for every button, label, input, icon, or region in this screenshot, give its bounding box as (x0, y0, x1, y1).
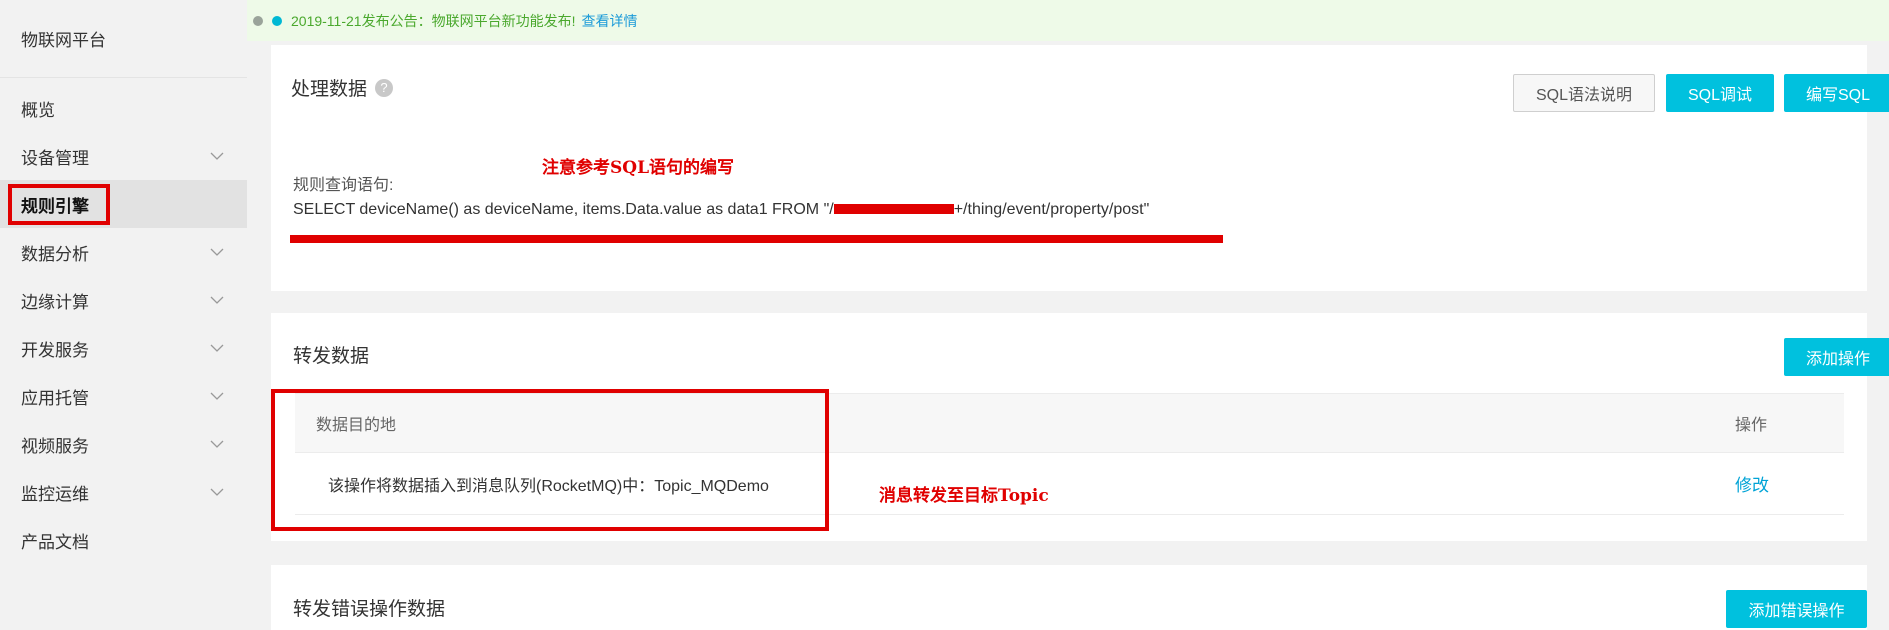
sidebar-item-overview[interactable]: 概览 (0, 84, 247, 132)
sidebar-item-monitoring[interactable]: 监控运维 (0, 468, 247, 516)
dot-icon (253, 15, 263, 26)
sidebar-item-label: 产品文档 (21, 532, 89, 552)
chevron-down-icon (208, 291, 226, 309)
sidebar: 物联网平台 概览 设备管理 规则引擎 数据分析 边缘计算 开发服务 应用托管 视… (0, 0, 247, 630)
error-forward-card: 转发错误操作数据 添加错误操作 (271, 565, 1867, 630)
annotation-highlight-box (8, 184, 110, 225)
add-error-operation-button[interactable]: 添加错误操作 (1726, 590, 1867, 628)
annotation-forward-note: 消息转发至目标Topic (879, 486, 1049, 506)
chevron-down-icon (208, 339, 226, 357)
sql-prefix: SELECT deviceName() as deviceName, items… (293, 201, 834, 218)
chevron-down-icon (208, 147, 226, 165)
forward-data-card: 转发数据 添加操作 数据目的地 操作 该操作将数据插入到消息队列(RocketM… (271, 313, 1889, 541)
sidebar-item-label: 监控运维 (21, 484, 89, 504)
sidebar-item-video-services[interactable]: 视频服务 (0, 420, 247, 468)
sidebar-item-device-management[interactable]: 设备管理 (0, 132, 247, 180)
sidebar-nav: 概览 设备管理 规则引擎 数据分析 边缘计算 开发服务 应用托管 视频服务 监控… (0, 78, 247, 564)
section-title: 处理数据? (291, 74, 394, 101)
sidebar-item-edge-computing[interactable]: 边缘计算 (0, 276, 247, 324)
add-operation-button[interactable]: 添加操作 (1784, 338, 1889, 376)
sidebar-item-label: 数据分析 (21, 244, 89, 264)
chevron-down-icon (208, 435, 226, 453)
main-content: 2019-11-21发布公告：物联网平台新功能发布! 查看详情 处理数据? SQ… (247, 0, 1889, 630)
chevron-down-icon (208, 387, 226, 405)
question-circle-icon[interactable]: ? (375, 78, 394, 97)
notice-details-link[interactable]: 查看详情 (581, 11, 637, 31)
sidebar-item-label: 应用托管 (21, 388, 89, 408)
error-forward-title: 转发错误操作数据 (293, 599, 446, 620)
sidebar-item-rule-engine[interactable]: 规则引擎 (0, 180, 247, 228)
sidebar-item-dev-services[interactable]: 开发服务 (0, 324, 247, 372)
sidebar-item-label: 设备管理 (21, 148, 89, 168)
sql-suffix: +/thing/event/property/post" (953, 201, 1150, 218)
chevron-down-icon (208, 483, 226, 501)
sidebar-item-label: 概览 (21, 100, 55, 120)
forward-title: 转发数据 (293, 346, 370, 367)
sql-debug-button[interactable]: SQL调试 (1666, 74, 1774, 112)
column-header-op: 操作 (1735, 417, 1768, 434)
brand-title[interactable]: 物联网平台 (0, 0, 247, 78)
sidebar-item-label: 开发服务 (21, 340, 89, 360)
sidebar-item-product-docs[interactable]: 产品文档 (0, 516, 247, 564)
sql-syntax-button[interactable]: SQL语法说明 (1513, 74, 1655, 112)
sidebar-item-label: 边缘计算 (21, 292, 89, 312)
edit-link[interactable]: 修改 (1735, 471, 1769, 496)
annotation-highlight-box (271, 389, 829, 531)
sql-statement: SELECT deviceName() as deviceName, items… (293, 201, 1149, 219)
write-sql-button[interactable]: 编写SQL (1784, 74, 1889, 112)
annotation-sql-note: 注意参考SQL语句的编写 (542, 158, 735, 178)
sidebar-item-label: 视频服务 (21, 436, 89, 456)
notice-bar: 2019-11-21发布公告：物联网平台新功能发布! 查看详情 (247, 0, 1889, 41)
chevron-down-icon (208, 243, 226, 261)
annotation-underline (290, 235, 1223, 243)
process-title: 处理数据 (291, 79, 368, 100)
redacted-mark (833, 203, 954, 214)
sidebar-item-data-analysis[interactable]: 数据分析 (0, 228, 247, 276)
process-data-card: 处理数据? SQL语法说明 SQL调试 编写SQL 注意参考SQL语句的编写 规… (271, 45, 1889, 291)
sidebar-item-app-hosting[interactable]: 应用托管 (0, 372, 247, 420)
dot-icon (272, 15, 282, 26)
query-label: 规则查询语句: (293, 177, 394, 194)
notice-text: 2019-11-21发布公告：物联网平台新功能发布! (291, 12, 576, 29)
